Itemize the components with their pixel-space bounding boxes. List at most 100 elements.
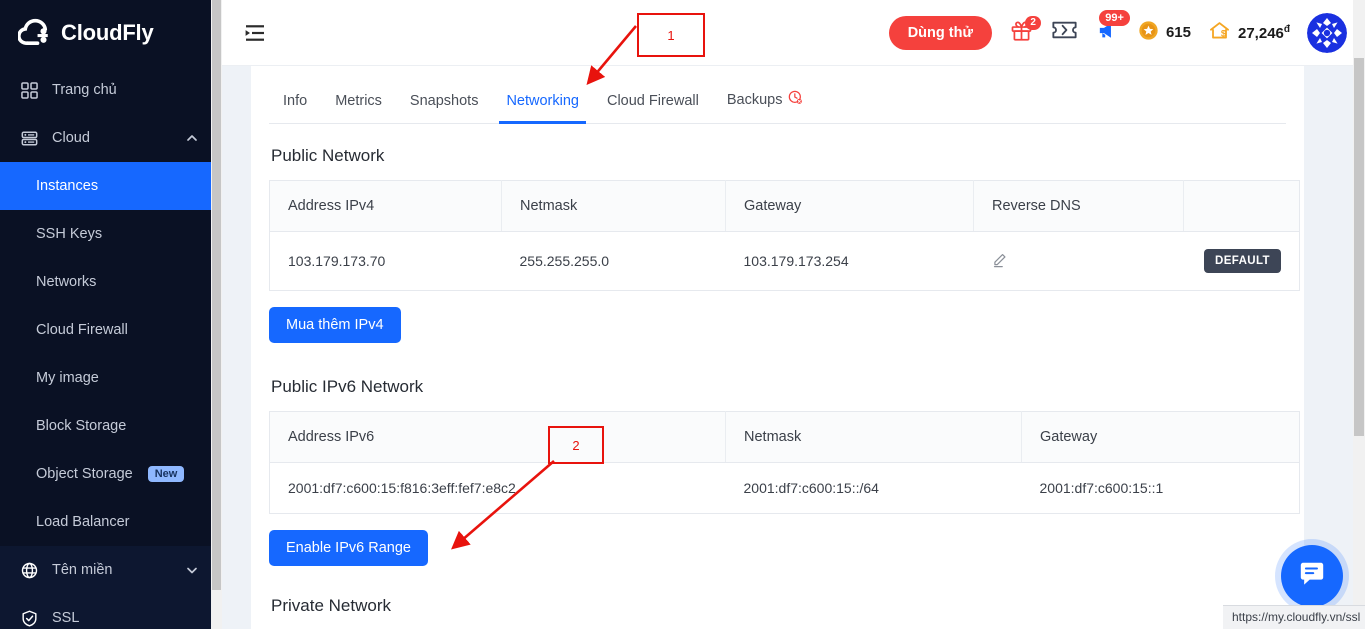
tab-label: Backups	[726, 91, 783, 108]
col-gateway: Gateway	[725, 180, 974, 232]
menu-fold-icon[interactable]	[242, 20, 268, 46]
tab-info[interactable]: Info	[269, 93, 321, 123]
shield-check-icon	[20, 609, 39, 628]
public-ipv6-tbody: 2001:df7:c600:15:f816:3eff:fef7:e8c2 200…	[269, 462, 1300, 514]
brand[interactable]: CloudFly	[0, 0, 222, 66]
tab-networking[interactable]: Networking	[492, 93, 593, 124]
sidebar-item-trang-chu[interactable]: Trang chủ	[0, 66, 222, 114]
col-netmask: Netmask	[725, 411, 1022, 463]
tab-backups[interactable]: Backups	[713, 90, 818, 123]
page-scrollbar-thumb[interactable]	[1354, 58, 1364, 436]
table-row: 2001:df7:c600:15:f816:3eff:fef7:e8c2 200…	[269, 462, 1300, 514]
gift-button[interactable]: 2	[1009, 15, 1041, 47]
enable-ipv6-range-button[interactable]: Enable IPv6 Range	[269, 530, 428, 566]
annotation-2: 2	[548, 426, 604, 464]
public-network-title: Public Network	[271, 146, 385, 165]
balance-value: 27,246đ	[1238, 23, 1290, 42]
sidebar-item-ssh-keys[interactable]: SSH Keys	[0, 210, 222, 258]
detail-tabs: Info Metrics Snapshots Networking Cloud …	[269, 66, 1286, 124]
page-scrollbar[interactable]	[1353, 0, 1365, 629]
tab-label: Cloud Firewall	[606, 93, 699, 109]
sidebar-item-load-balancer[interactable]: Load Balancer	[0, 498, 222, 546]
chevron-up-icon[interactable]	[186, 132, 198, 144]
cell-gateway: 103.179.173.254	[725, 231, 974, 291]
table-header-row: Address IPv6 Netmask Gateway	[269, 411, 1300, 463]
col-netmask: Netmask	[501, 180, 726, 232]
col-actions	[1183, 180, 1300, 232]
private-network-title: Private Network	[271, 596, 391, 615]
cell-actions: DEFAULT	[1183, 231, 1300, 291]
sidebar-item-label: Cloud Firewall	[36, 322, 128, 338]
cell-reverse-dns	[973, 231, 1184, 291]
public-ipv6-network-title: Public IPv6 Network	[271, 377, 424, 396]
sidebar-item-block-storage[interactable]: Block Storage	[0, 402, 222, 450]
announcement-button[interactable]: 99+	[1095, 9, 1130, 47]
tab-label: Snapshots	[409, 93, 479, 109]
sidebar-item-object-storage[interactable]: Object Storage New	[0, 450, 222, 498]
house-dollar-icon: $	[1208, 20, 1231, 46]
sidebar-group-ssl[interactable]: SSL	[0, 594, 222, 629]
coin-meter[interactable]: 615	[1138, 20, 1191, 46]
dashboard-grid-icon	[20, 81, 39, 100]
col-address-ipv4: Address IPv4	[269, 180, 502, 232]
tab-label: Networking	[506, 93, 579, 109]
pencil-edit-icon[interactable]	[992, 251, 1009, 271]
coin-star-icon	[1138, 20, 1159, 46]
col-reverse-dns: Reverse DNS	[973, 180, 1184, 232]
content-scroll-area[interactable]: Info Metrics Snapshots Networking Cloud …	[222, 66, 1365, 629]
sidebar-item-label: SSH Keys	[36, 226, 103, 242]
tab-cloud-firewall[interactable]: Cloud Firewall	[593, 93, 713, 123]
cell-netmask: 255.255.255.0	[501, 231, 726, 291]
tab-label: Info	[283, 93, 308, 109]
currency-symbol: đ	[1283, 23, 1290, 35]
table-header-row: Address IPv4 Netmask Gateway Reverse DNS	[269, 180, 1300, 232]
sidebar-item-label: Trang chủ	[52, 82, 117, 98]
main-area: Dùng thử 2 99+ 615 $ 27,246đ Info Metric…	[222, 0, 1365, 629]
topbar: Dùng thử 2 99+ 615 $ 27,246đ	[222, 0, 1365, 66]
sidebar-group-ten-mien[interactable]: Tên miền	[0, 546, 222, 594]
sidebar-item-networks[interactable]: Networks	[0, 258, 222, 306]
tab-metrics[interactable]: Metrics	[321, 93, 396, 123]
sidebar-item-label: SSL	[52, 610, 80, 626]
table-row: 103.179.173.70 255.255.255.0 103.179.173…	[269, 231, 1300, 291]
sidebar-group-cloud[interactable]: Cloud	[0, 114, 222, 162]
clock-disabled-icon	[788, 90, 803, 109]
sidebar-scrollbar-thumb[interactable]	[212, 0, 221, 590]
avatar[interactable]	[1307, 12, 1347, 53]
cell-address-ipv6: 2001:df7:c600:15:f816:3eff:fef7:e8c2	[269, 462, 726, 514]
annotation-label: 1	[667, 27, 675, 43]
tab-snapshots[interactable]: Snapshots	[396, 93, 493, 123]
buy-more-ipv4-button[interactable]: Mua thêm IPv4	[269, 307, 401, 343]
sidebar-item-my-image[interactable]: My image	[0, 354, 222, 402]
balance-meter[interactable]: $ 27,246đ	[1208, 20, 1290, 46]
public-ipv6-network-table: Address IPv6 Netmask Gateway 2001:df7:c6…	[269, 411, 1300, 514]
sidebar: CloudFly Trang chủ Cloud Instances SSH K…	[0, 0, 222, 629]
globe-icon	[20, 561, 39, 580]
sidebar-item-label: Object Storage	[36, 466, 133, 482]
avatar-snowflake-icon	[1307, 12, 1347, 53]
chevron-down-icon[interactable]	[186, 564, 198, 576]
sidebar-item-cloud-firewall[interactable]: Cloud Firewall	[0, 306, 222, 354]
announcement-badge: 99+	[1099, 9, 1130, 26]
chat-fab-button[interactable]	[1281, 545, 1343, 607]
annotation-1: 1	[637, 13, 705, 57]
sidebar-item-label: Networks	[36, 274, 97, 290]
gift-badge: 2	[1025, 15, 1041, 30]
coin-value: 615	[1165, 24, 1191, 41]
col-address-ipv6: Address IPv6	[269, 411, 726, 463]
voucher-button[interactable]	[1052, 19, 1078, 47]
brand-name: CloudFly	[61, 20, 154, 45]
networking-card: Info Metrics Snapshots Networking Cloud …	[251, 66, 1304, 629]
sidebar-item-label: Instances	[36, 178, 99, 194]
public-network-tbody: 103.179.173.70 255.255.255.0 103.179.173…	[269, 231, 1300, 291]
status-badge-default[interactable]: DEFAULT	[1204, 249, 1281, 273]
sidebar-scrollbar[interactable]	[211, 0, 222, 629]
public-network-thead: Address IPv4 Netmask Gateway Reverse DNS	[269, 180, 1300, 232]
sidebar-item-label: Cloud	[52, 130, 90, 146]
trial-button[interactable]: Dùng thử	[888, 15, 992, 50]
sidebar-item-instances[interactable]: Instances	[0, 162, 222, 210]
badge-new: New	[147, 466, 185, 482]
cell-address-ipv4: 103.179.173.70	[269, 231, 502, 291]
annotation-label: 2	[572, 437, 580, 453]
topbar-actions: Dùng thử 2 99+ 615 $ 27,246đ	[888, 9, 1347, 53]
